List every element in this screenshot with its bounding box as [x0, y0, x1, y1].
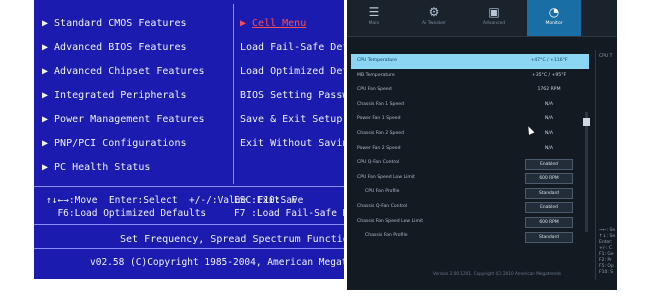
row-cpu-q-fan-control[interactable]: CPU Q-Fan Control Enabled	[351, 156, 589, 171]
menu-item-exit-without-saving[interactable]: Exit Without Savin	[240, 132, 344, 156]
arrow-right-icon: ▶	[42, 42, 49, 53]
row-chassis-fan-profile[interactable]: Chassis Fan Profile Standard	[351, 229, 589, 244]
option-dropdown[interactable]: 600 RPM	[525, 217, 573, 229]
row-cpu-fan-profile[interactable]: CPU Fan Profile Standard	[351, 185, 589, 200]
tab-bar: ☰ Main ⚙ Ai Tweaker ▣ Advanced ◔ Monitor	[347, 0, 617, 37]
menu-item-integrated-peripherals[interactable]: ▶ Integrated Peripherals	[42, 84, 232, 108]
scrollbar-thumb[interactable]	[583, 118, 590, 126]
menu-item-bios-password[interactable]: BIOS Setting Passw	[240, 84, 344, 108]
option-dropdown[interactable]: 600 RPM	[525, 173, 573, 185]
menu-item-load-fail-safe[interactable]: Load Fail-Safe Def	[240, 36, 344, 60]
tab-monitor[interactable]: ◔ Monitor	[527, 0, 581, 36]
arrow-right-icon: ▶	[42, 66, 49, 77]
option-dropdown[interactable]: Standard	[525, 187, 573, 199]
monitor-icon: ◔	[548, 5, 560, 19]
list-icon: ☰	[368, 5, 380, 19]
row-cpu-temperature[interactable]: CPU Temperature +47°C / +116°F	[351, 54, 589, 69]
tweaker-icon: ⚙	[428, 5, 440, 19]
menu-item-advanced-chipset[interactable]: ▶ Advanced Chipset Features	[42, 60, 232, 84]
legacy-bios-screen: ▶ Standard CMOS Features ▶ Advanced BIOS F…	[34, 0, 344, 279]
row-power-fan-1-speed[interactable]: Power Fan 1 Speed N/A	[351, 112, 589, 127]
main-menu-left: ▶ Standard CMOS Features ▶ Advanced BIOS F…	[42, 12, 232, 180]
row-chassis-fan-2-speed[interactable]: Chassis Fan 2 Speed N/A	[351, 127, 589, 142]
monitor-settings-list: CPU Temperature +47°C / +116°F MB Tempera…	[351, 54, 589, 244]
menu-item-power-management[interactable]: ▶ Power Management Features	[42, 108, 232, 132]
arrow-right-icon: ▶	[42, 90, 49, 101]
row-power-fan-2-speed[interactable]: Power Fan 2 Speed N/A	[351, 142, 589, 157]
arrow-right-icon: ▶	[42, 138, 49, 149]
menu-divider	[233, 4, 234, 184]
copyright-text: v02.58 (C)Copyright 1985-2004, American …	[90, 257, 344, 268]
menu-item-save-exit[interactable]: Save & Exit Setup	[240, 108, 344, 132]
row-cpu-fan-speed[interactable]: CPU Fan Speed 1762 RPM	[351, 83, 589, 98]
menu-item-pnp-pci[interactable]: ▶ PNP/PCI Configurations	[42, 132, 232, 156]
option-dropdown[interactable]: Standard	[525, 231, 573, 243]
row-chassis-fan-1-speed[interactable]: Chassis Fan 1 Speed N/A	[351, 98, 589, 113]
menu-item-pc-health[interactable]: ▶ PC Health Status	[42, 156, 232, 180]
uefi-bios-screen: ☰ Main ⚙ Ai Tweaker ▣ Advanced ◔ Monitor…	[347, 0, 617, 290]
divider-line	[34, 186, 344, 187]
tab-advanced[interactable]: ▣ Advanced	[467, 0, 521, 36]
version-text: Version 2.00.1201. Copyright (C) 2010 Am…	[433, 271, 562, 276]
row-mb-temperature[interactable]: MB Temperature +35°C / +95°F	[351, 69, 589, 84]
divider-line	[34, 224, 344, 225]
item-help-text: Set Frequency, Spread Spectrum Function …	[120, 234, 344, 245]
menu-item-cell-menu[interactable]: ▶ Cell Menu	[240, 12, 344, 36]
row-chassis-fan-speed-low-limit[interactable]: Chassis Fan Speed Low Limit 600 RPM	[351, 215, 589, 230]
help-side-panel: CPU T →←: Se ↑↓: Se Enter: +/-: C F1: Ge…	[595, 50, 617, 280]
tab-main[interactable]: ☰ Main	[347, 0, 401, 36]
key-help-right: ESC:Exit F F7 :Load Fail-Safe De	[234, 195, 344, 219]
scrollbar-track[interactable]	[585, 112, 588, 232]
main-menu-right: ▶ Cell Menu Load Fail-Safe Def Load Optim…	[240, 12, 344, 156]
arrow-right-icon: ▶	[42, 114, 49, 125]
key-legend: →←: Se ↑↓: Se Enter: +/-: C F1: Ge F2: P…	[599, 228, 616, 275]
menu-item-load-optimized[interactable]: Load Optimized Def	[240, 60, 344, 84]
arrow-right-icon: ▶	[42, 162, 49, 173]
advanced-icon: ▣	[488, 5, 500, 19]
menu-item-advanced-bios[interactable]: ▶ Advanced BIOS Features	[42, 36, 232, 60]
row-chassis-q-fan-control[interactable]: Chassis Q-Fan Control Enabled	[351, 200, 589, 215]
divider-line	[34, 248, 344, 249]
arrow-right-icon: ▶	[240, 18, 247, 29]
option-dropdown[interactable]: Enabled	[525, 158, 573, 170]
menu-item-standard-cmos[interactable]: ▶ Standard CMOS Features	[42, 12, 232, 36]
row-cpu-fan-speed-low-limit[interactable]: CPU Fan Speed Low Limit 600 RPM	[351, 171, 589, 186]
option-dropdown[interactable]: Enabled	[525, 202, 573, 214]
tab-ai-tweaker[interactable]: ⚙ Ai Tweaker	[407, 0, 461, 36]
arrow-right-icon: ▶	[42, 18, 49, 29]
